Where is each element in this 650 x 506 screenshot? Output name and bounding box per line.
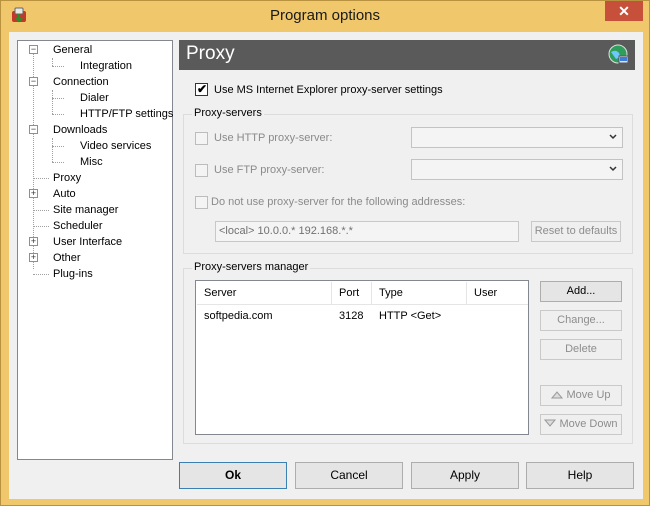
checkmark-icon: ✔ [197,82,208,96]
tree-item-label: User Interface [53,236,123,248]
cell-server: softpedia.com [204,310,273,322]
options-tree[interactable]: − General Integration − Connection Diale… [17,40,173,460]
window-title: Program options [269,7,381,24]
tree-item-label: Integration [80,60,132,72]
tree-item-http-ftp-settings[interactable]: HTTP/FTP settings [78,107,175,121]
ftp-proxy-label: Use FTP proxy-server: [214,164,325,176]
help-button[interactable]: Help [526,462,634,489]
apply-button[interactable]: Apply [411,462,519,489]
arrow-up-icon [551,391,564,399]
column-header-server[interactable]: Server [197,282,332,305]
collapse-general-icon[interactable]: − [29,45,38,54]
tree-item-general[interactable]: General [51,43,94,57]
chevron-down-icon [609,134,617,140]
globe-network-icon [608,44,629,64]
tree-item-label: Misc [80,156,103,168]
tree-item-label: HTTP/FTP settings [80,108,174,120]
expand-auto-icon[interactable]: + [29,189,38,198]
cell-port: 3128 [339,310,364,322]
cancel-button[interactable]: Cancel [295,462,403,489]
delete-button[interactable]: Delete [540,339,622,360]
tree-item-plug-ins[interactable]: Plug-ins [51,267,95,281]
tree-item-label: Auto [53,188,76,200]
title-bar[interactable]: Program options ✕ [1,1,649,31]
tree-item-user-interface[interactable]: User Interface [51,235,124,249]
tree-item-label: Connection [53,76,109,88]
tree-item-scheduler[interactable]: Scheduler [51,219,105,233]
http-proxy-checkbox[interactable] [195,132,208,145]
cell-type: HTTP <Get> [379,310,442,322]
tree-item-other[interactable]: Other [51,251,83,265]
expand-user-interface-icon[interactable]: + [29,237,38,246]
tree-item-misc[interactable]: Misc [78,155,105,169]
tree-item-label: Dialer [80,92,109,104]
column-header-type[interactable]: Type [372,282,467,305]
ok-button[interactable]: Ok [179,462,287,489]
arrow-down-icon [544,419,557,427]
move-down-label: Move Down [559,418,618,430]
column-header-port[interactable]: Port [332,282,372,305]
tree-item-site-manager[interactable]: Site manager [51,203,120,217]
move-down-button[interactable]: Move Down [540,414,622,435]
tree-item-dialer[interactable]: Dialer [78,91,111,105]
collapse-downloads-icon[interactable]: − [29,125,38,134]
http-proxy-label: Use HTTP proxy-server: [214,132,333,144]
tree-item-proxy[interactable]: Proxy [51,171,84,185]
tree-item-video-services[interactable]: Video services [78,139,153,153]
ftp-proxy-checkbox[interactable] [195,164,208,177]
tree-item-label: Site manager [53,204,119,216]
add-button[interactable]: Add... [540,281,622,302]
close-button[interactable]: ✕ [605,1,643,21]
program-options-window: Program options ✕ − General Integration … [0,0,650,506]
ie-proxy-label: Use MS Internet Explorer proxy-server se… [214,84,443,96]
move-up-label: Move Up [566,389,611,401]
tree-item-label: Downloads [53,124,108,136]
bypass-proxy-checkbox[interactable] [195,196,208,209]
column-header-user[interactable]: User [467,282,528,305]
bypass-addresses-field[interactable]: <local> 10.0.0.* 192.168.*.* [215,221,519,242]
panel-header: Proxy [179,40,635,70]
http-proxy-select[interactable] [411,127,623,148]
collapse-connection-icon[interactable]: − [29,77,38,86]
proxy-manager-group-title: Proxy-servers manager [192,261,311,273]
chevron-down-icon [609,166,617,172]
tree-item-integration[interactable]: Integration [78,59,134,73]
reset-to-defaults-button[interactable]: Reset to defaults [531,221,621,242]
move-up-button[interactable]: Move Up [540,385,622,406]
ok-label: Ok [224,468,241,482]
expand-other-icon[interactable]: + [29,253,38,262]
bypass-proxy-label: Do not use proxy-server for the followin… [211,196,466,208]
tree-item-label: Plug-ins [53,268,93,280]
ftp-proxy-select[interactable] [411,159,623,180]
tree-item-label: General [53,44,93,56]
change-button[interactable]: Change... [540,310,622,331]
tree-item-label: Video services [80,140,152,152]
client-area: − General Integration − Connection Diale… [9,32,643,499]
tree-item-label: Scheduler [53,220,103,232]
tree-item-connection[interactable]: Connection [51,75,111,89]
tree-item-downloads[interactable]: Downloads [51,123,109,137]
ie-proxy-checkbox[interactable]: ✔ [195,82,208,96]
panel-title: Proxy [186,43,235,64]
proxy-servers-group-title: Proxy-servers [192,107,264,119]
tree-item-label: Other [53,252,81,264]
tree-item-auto[interactable]: Auto [51,187,78,201]
cell-user [467,307,474,325]
tree-item-label: Proxy [51,172,84,184]
proxy-servers-table[interactable]: Server Port Type User softpedia.com 3128… [195,280,529,435]
